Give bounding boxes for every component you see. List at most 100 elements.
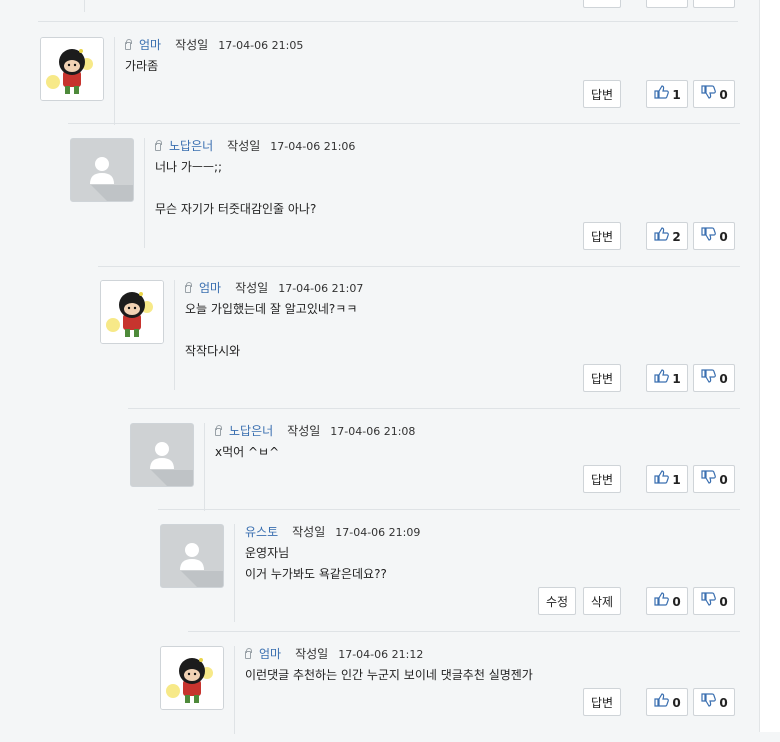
- author-name[interactable]: 엄마: [139, 38, 161, 52]
- thumbs-down-icon: [700, 82, 717, 110]
- thumbs-up-icon: [653, 589, 670, 617]
- reply-button[interactable]: 답변: [583, 465, 621, 493]
- author-name[interactable]: 유스토: [245, 525, 278, 539]
- comment-body: 운영자님이거 누가봐도 욕같은데요??: [245, 543, 387, 585]
- dislike-button[interactable]: [693, 0, 735, 8]
- comment-line: 오늘 가입했는데 잘 알고있네?ㅋㅋ: [185, 302, 358, 316]
- comment-line: 너나 가ㅡㅡ;;: [155, 160, 223, 174]
- reply-button[interactable]: 답변: [583, 364, 621, 392]
- dislike-button[interactable]: 0: [693, 465, 735, 493]
- comment-header: 엄마 작성일 17-04-06 21:12: [245, 646, 423, 662]
- comment-line: 가라좀: [125, 59, 159, 73]
- avatar[interactable]: [100, 280, 164, 344]
- thumbs-down-icon: [700, 224, 717, 252]
- comment-item: 엄마 작성일 17-04-06 21:05 가라좀답변 1 0: [0, 23, 760, 133]
- dislike-button[interactable]: 0: [693, 587, 735, 615]
- previous-comment-tail: [0, 0, 760, 22]
- lock-icon: [245, 648, 252, 659]
- date-label: 작성일: [292, 525, 326, 539]
- dislike-count: 0: [719, 696, 728, 710]
- comment-date: 17-04-06 21:07: [278, 282, 364, 295]
- comment-date: 17-04-06 21:09: [335, 526, 421, 539]
- dislike-button[interactable]: 0: [693, 80, 735, 108]
- comment-body: x먹어 ^ㅂ^: [215, 442, 279, 463]
- reply-button[interactable]: 답변: [583, 688, 621, 716]
- avatar[interactable]: [160, 524, 224, 588]
- dislike-button[interactable]: 0: [693, 688, 735, 716]
- dislike-button[interactable]: 0: [693, 222, 735, 250]
- comment-body: 이런댓글 추천하는 인간 누군지 보이네 댓글추천 실명젠가: [245, 665, 533, 686]
- like-count: 1: [672, 372, 681, 386]
- like-button[interactable]: 0: [646, 587, 688, 615]
- comment-line: x먹어 ^ㅂ^: [215, 445, 280, 459]
- thumbs-up-icon: [653, 82, 670, 110]
- dislike-count: 0: [719, 595, 728, 609]
- date-label: 작성일: [287, 424, 321, 438]
- comment-actions: 답변 1 0: [0, 80, 760, 110]
- comment-header: 유스토 작성일 17-04-06 21:09: [245, 524, 420, 540]
- reply-button[interactable]: [583, 0, 621, 8]
- comment-actions: 수정 삭제 0 0: [0, 587, 760, 617]
- comment-line: 운영자님: [245, 546, 290, 560]
- scrollbar-track[interactable]: [759, 0, 780, 732]
- thumbs-up-icon: [653, 224, 670, 252]
- dislike-count: 0: [719, 230, 728, 244]
- thumbs-down-icon: [700, 467, 717, 495]
- like-count: 0: [672, 696, 681, 710]
- comment-line: 작작다시와: [185, 344, 241, 358]
- author-name[interactable]: 엄마: [199, 281, 221, 295]
- comment-body: 가라좀: [125, 56, 158, 77]
- comment-actions: 답변 1 0: [0, 465, 760, 495]
- like-button[interactable]: [646, 0, 688, 8]
- date-label: 작성일: [235, 281, 269, 295]
- dislike-count: 0: [719, 372, 728, 386]
- comment-item: 노답은너 작성일 17-04-06 21:08 x먹어 ^ㅂ^ 답변 1 0: [0, 409, 760, 519]
- edit-button[interactable]: 수정: [538, 587, 576, 615]
- lock-icon: [155, 140, 162, 151]
- comment-date: 17-04-06 21:05: [218, 39, 304, 52]
- avatar[interactable]: [70, 138, 134, 202]
- reply-button[interactable]: 답변: [583, 80, 621, 108]
- date-label: 작성일: [295, 647, 329, 661]
- thumbs-up-icon: [653, 366, 670, 394]
- dislike-count: 0: [719, 88, 728, 102]
- author-name[interactable]: 노답은너: [229, 424, 273, 438]
- comment-divider: [38, 21, 738, 22]
- comment-header: 노답은너 작성일 17-04-06 21:08: [215, 423, 415, 439]
- lock-icon: [185, 282, 192, 293]
- thumbs-down-icon: [700, 690, 717, 718]
- thread-line: [84, 0, 85, 12]
- comment-actions: 답변 2 0: [0, 222, 760, 252]
- comment-body: 너나 가ㅡㅡ;; 무슨 자기가 터줏대감인줄 아나?: [155, 157, 316, 220]
- author-name[interactable]: 노답은너: [169, 139, 213, 153]
- comment-line: 이거 누가봐도 욕같은데요??: [245, 567, 387, 581]
- comment-line: [185, 320, 357, 341]
- comment-body: 오늘 가입했는데 잘 알고있네?ㅋㅋ 작작다시와: [185, 299, 357, 362]
- comment-line: [155, 178, 316, 199]
- reply-button[interactable]: 답변: [583, 222, 621, 250]
- comment-header: 엄마 작성일 17-04-06 21:07: [185, 280, 363, 296]
- like-count: 2: [672, 230, 681, 244]
- dislike-count: 0: [719, 473, 728, 487]
- comment-header: 엄마 작성일 17-04-06 21:05: [125, 37, 303, 53]
- comment-date: 17-04-06 21:06: [270, 140, 356, 153]
- like-count: 1: [672, 473, 681, 487]
- author-name[interactable]: 엄마: [259, 647, 281, 661]
- delete-button[interactable]: 삭제: [583, 587, 621, 615]
- comment-actions: 답변 1 0: [0, 364, 760, 394]
- comment-item: 엄마 작성일 17-04-06 21:12 이런댓글 추천하는 인간 누군지 보이네 …: [0, 632, 760, 742]
- dislike-button[interactable]: 0: [693, 364, 735, 392]
- comment-line: 무슨 자기가 터줏대감인줄 아나?: [155, 202, 317, 216]
- like-button[interactable]: 1: [646, 364, 688, 392]
- thumbs-up-icon: [653, 690, 670, 718]
- like-count: 1: [672, 88, 681, 102]
- date-label: 작성일: [227, 139, 261, 153]
- thumbs-up-icon: [653, 467, 670, 495]
- like-button[interactable]: 1: [646, 80, 688, 108]
- comment-item: 유스토 작성일 17-04-06 21:09 운영자님 이거 누가봐도 욕같은데요?? 수…: [0, 510, 760, 622]
- like-count: 0: [672, 595, 681, 609]
- like-button[interactable]: 0: [646, 688, 688, 716]
- like-button[interactable]: 2: [646, 222, 688, 250]
- like-button[interactable]: 1: [646, 465, 688, 493]
- thumbs-down-icon: [700, 366, 717, 394]
